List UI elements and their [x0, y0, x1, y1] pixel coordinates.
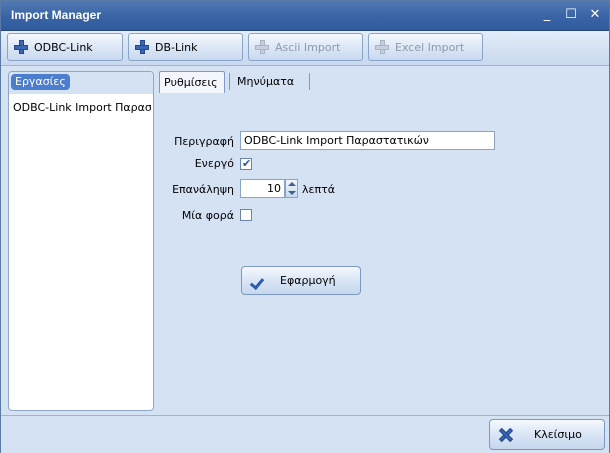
maximize-button[interactable]: ☐: [563, 7, 579, 23]
close-icon: [498, 427, 514, 443]
plus-icon: [375, 40, 389, 54]
tab-messages[interactable]: Μηνύματα: [233, 71, 298, 92]
check-icon: [252, 275, 266, 287]
tab-separator: [309, 73, 310, 90]
task-list-item[interactable]: ODBC-Link Import Παραστατικών: [13, 100, 151, 116]
close-label: Κλείσιμο: [534, 428, 582, 441]
bottom-bar: Κλείσιμο: [1, 415, 609, 453]
repeat-spinner[interactable]: [285, 179, 298, 198]
toolbar: ODBC-Link DB-Link Ascii Import Excel Imp…: [1, 31, 609, 66]
tasks-header: Εργασίες: [11, 74, 70, 90]
plus-icon: [135, 40, 149, 54]
description-field[interactable]: ODBC-Link Import Παραστατικών: [240, 131, 495, 150]
spin-up-icon[interactable]: [288, 182, 296, 186]
ascii-import-button[interactable]: Ascii Import: [248, 33, 363, 61]
tab-separator: [229, 73, 230, 90]
spin-down-icon[interactable]: [288, 191, 296, 195]
close-window-button[interactable]: ✕: [587, 7, 603, 23]
repeat-label: Επανάληψη: [172, 183, 234, 196]
excel-import-button[interactable]: Excel Import: [368, 33, 483, 61]
tasks-panel: Εργασίες ODBC-Link Import Παραστατικών: [8, 71, 154, 411]
once-label: Μία φορά: [181, 209, 234, 222]
description-label: Περιγραφή: [174, 135, 234, 148]
apply-label: Εφαρμογή: [280, 274, 336, 287]
plus-icon: [14, 40, 28, 54]
odbc-link-button[interactable]: ODBC-Link: [7, 33, 123, 61]
ascii-import-label: Ascii Import: [275, 40, 341, 54]
active-checkbox[interactable]: ✔: [240, 157, 252, 170]
excel-import-label: Excel Import: [395, 40, 465, 54]
repeat-unit: λεπτά: [302, 183, 335, 196]
minimize-button[interactable]: _: [539, 7, 555, 23]
checkmark-icon: ✔: [242, 157, 252, 170]
db-link-button[interactable]: DB-Link: [128, 33, 243, 61]
import-manager-window: Import Manager _ ☐ ✕ ODBC-Link DB-Link A…: [0, 0, 610, 453]
plus-icon: [255, 40, 269, 54]
close-button[interactable]: Κλείσιμο: [489, 419, 605, 450]
window-title: Import Manager: [11, 8, 102, 22]
apply-button[interactable]: Εφαρμογή: [241, 266, 361, 295]
once-checkbox[interactable]: [240, 209, 252, 221]
odbc-link-label: ODBC-Link: [34, 40, 93, 54]
active-label: Ενεργό: [194, 157, 234, 170]
title-bar[interactable]: Import Manager _ ☐ ✕: [1, 1, 609, 31]
tab-settings[interactable]: Ρυθμίσεις: [159, 71, 225, 93]
db-link-label: DB-Link: [155, 40, 198, 54]
repeat-input[interactable]: 10: [240, 179, 285, 198]
